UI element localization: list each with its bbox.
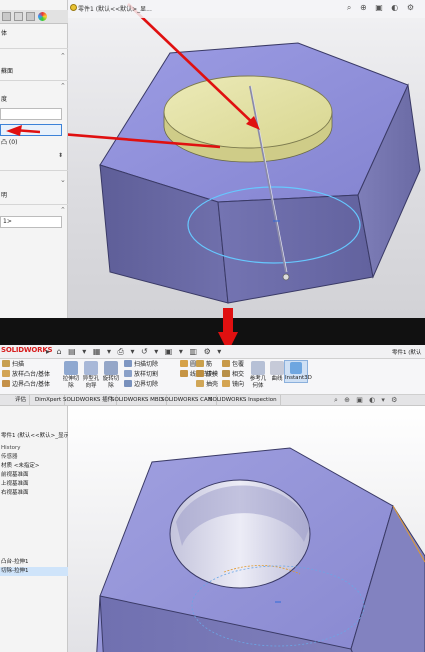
- ribbon-button-boundary-cut[interactable]: 边界切除: [124, 380, 158, 390]
- ribbon-button-boundary[interactable]: 边界凸台/基体: [2, 380, 50, 390]
- panel-row-face: 蘇面: [1, 68, 14, 75]
- tree-root[interactable]: 零件1 (默认<<默认>_显示状态 1>): [0, 432, 68, 441]
- tree-item-top-plane[interactable]: 上视基准面: [0, 480, 68, 489]
- boundary-cut-icon: [124, 380, 132, 387]
- config-manager-tab-icon[interactable]: [26, 12, 35, 21]
- feature-manager-tree: 零件1 (默认<<默认>_显示状态 1>) History 传感器 材质 <未指…: [0, 406, 68, 652]
- ribbon-button-sweep[interactable]: 扫描: [2, 360, 50, 370]
- depth-field[interactable]: [0, 108, 62, 120]
- divider: [0, 170, 68, 171]
- graphics-header-bar: 零件1 (默认<<默认>_显... ⌕ ⊕ ▣ ◐ ⚙: [68, 0, 425, 18]
- tree-item-boss-extrude[interactable]: 凸台-拉伸1: [0, 558, 68, 567]
- tab-solidworks-inspection[interactable]: SOLIDWORKS Inspection: [206, 395, 281, 406]
- loft-icon: [2, 370, 10, 377]
- linear-pattern-icon: [180, 370, 188, 377]
- stepper-icon[interactable]: ⬍: [58, 152, 63, 159]
- ribbon-button-mirror[interactable]: 镜向: [222, 380, 244, 390]
- tree-item-material[interactable]: 材质 <未指定>: [0, 462, 68, 471]
- sweep-icon: [2, 360, 10, 367]
- view-toolbar-icons[interactable]: ⌕ ⊕ ▣ ◐ ▾ ⚙: [334, 396, 399, 405]
- divider: [0, 80, 68, 81]
- property-manager-tab-icon[interactable]: [14, 12, 23, 21]
- chevron-up-icon[interactable]: ⌃: [60, 82, 66, 90]
- ribbon-button-extrude-cut[interactable]: 拉伸切除: [62, 361, 80, 390]
- top-screenshot: 体 ⌃ 蘇面 ⌃ 度 凸 (0) ⬍ ⌄ 明 ⌃ 1> 零件1 (默认<<默认>…: [0, 0, 425, 318]
- shell-icon: [196, 380, 204, 387]
- title-menubar: SOLIDWORKS ▸ ⌂ ▤ ▾ ▦ ▾ ⎙ ▾ ↺ ▾ ▣ ▾ ▥ ⚙ ▾…: [0, 345, 425, 359]
- swept-cut-icon: [124, 360, 132, 367]
- solidworks-logo: SOLIDWORKS: [1, 346, 53, 354]
- ribbon-button-loft[interactable]: 放样凸台/基体: [2, 370, 50, 380]
- divider: [0, 48, 68, 49]
- mirror-icon: [222, 380, 230, 387]
- revolve-cut-icon: [104, 361, 118, 375]
- ribbon-button-hole-wizard[interactable]: 异型孔向导: [82, 361, 100, 390]
- appearance-tab-icon[interactable]: [38, 12, 47, 21]
- chevron-up-icon[interactable]: ⌃: [60, 52, 66, 60]
- ribbon-button-draft[interactable]: 拔模: [196, 370, 218, 380]
- bottom-screenshot: SOLIDWORKS ▸ ⌂ ▤ ▾ ▦ ▾ ⎙ ▾ ↺ ▾ ▣ ▾ ▥ ⚙ ▾…: [0, 345, 425, 652]
- extrude-cut-icon: [64, 361, 78, 375]
- graphics-area[interactable]: [68, 406, 425, 652]
- command-manager-tabs: 评估 DimXpert SOLIDWORKS 插件 SOLIDWORKS MBD…: [0, 395, 425, 406]
- ribbon-button-lofted-cut[interactable]: 放样切割: [124, 370, 158, 380]
- step-divider: [0, 318, 425, 345]
- tree-item-front-plane[interactable]: 前视基准面: [0, 471, 68, 480]
- ribbon-button-shell[interactable]: 抽壳: [196, 380, 218, 390]
- chevron-up-icon[interactable]: ⌃: [60, 206, 66, 214]
- chevron-down-icon[interactable]: ⌄: [60, 176, 66, 184]
- boss-top-face[interactable]: [163, 75, 333, 149]
- ribbon-button-reference-geometry[interactable]: 参考几何体: [248, 361, 268, 390]
- tree-item-history[interactable]: History: [0, 444, 68, 453]
- graphics-area[interactable]: [68, 0, 425, 318]
- tree-item-cut-extrude[interactable]: 切除-拉伸1: [0, 567, 68, 576]
- feature-property-panel: 体 ⌃ 蘇面 ⌃ 度 凸 (0) ⬍ ⌄ 明 ⌃ 1>: [0, 0, 68, 318]
- quick-access-toolbar[interactable]: ▸ ⌂ ▤ ▾ ▦ ▾ ⎙ ▾ ↺ ▾ ▣ ▾ ▥ ⚙ ▾: [46, 347, 223, 357]
- breadcrumb[interactable]: 零件1 (默认<<默认>_显...: [78, 4, 152, 13]
- hex-nut-with-hole-model: [96, 447, 425, 652]
- view-toolbar-icons[interactable]: ⌕ ⊕ ▣ ◐ ⚙: [347, 3, 417, 13]
- wrap-icon: [222, 360, 230, 367]
- panel-row-thin: 明: [1, 192, 8, 199]
- annotation-arrowhead-2: [6, 125, 40, 136]
- tree-item-right-plane[interactable]: 右视基准面: [0, 489, 68, 498]
- hole-wizard-icon: [84, 361, 98, 375]
- curves-icon: [270, 361, 284, 375]
- hex-side-face-front[interactable]: [217, 194, 374, 304]
- lofted-cut-icon: [124, 370, 132, 377]
- ribbon-button-wrap[interactable]: 包覆: [222, 360, 244, 370]
- selected-contours-field[interactable]: 1>: [0, 216, 62, 228]
- ribbon-button-intersect[interactable]: 相交: [222, 370, 244, 380]
- tab-evaluate[interactable]: 评估: [12, 395, 31, 406]
- divider: [0, 204, 68, 205]
- feature-manager-tab-icon[interactable]: [2, 12, 11, 21]
- tree-item-sensors[interactable]: 传感器: [0, 453, 68, 462]
- features-ribbon: 扫描 放样凸台/基体 边界凸台/基体 拉伸切除 异型孔向导 旋转切除 扫描切除 …: [0, 359, 425, 395]
- draft-icon: [196, 370, 204, 377]
- boundary-icon: [2, 380, 10, 387]
- window-label: 零件1 (默认<<默认>_显...: [392, 350, 422, 356]
- part-icon: [70, 4, 77, 11]
- fillet-icon: [180, 360, 188, 367]
- intersect-icon: [222, 370, 230, 377]
- ribbon-button-revolve-cut[interactable]: 旋转切除: [102, 361, 120, 390]
- reference-geometry-icon: [251, 361, 265, 375]
- panel-row-depth: 度: [1, 96, 8, 103]
- panel-row-body: 体: [1, 30, 8, 37]
- hex-nut-with-boss-model: [68, 3, 421, 304]
- ribbon-button-instant3d[interactable]: Instant3D: [284, 360, 312, 383]
- ribbon-button-rib[interactable]: 筋: [196, 360, 218, 370]
- ribbon-button-swept-cut[interactable]: 扫描切除: [124, 360, 158, 370]
- drag-handle-icon[interactable]: [282, 273, 290, 281]
- rib-icon: [196, 360, 204, 367]
- instant3d-icon: [290, 362, 302, 374]
